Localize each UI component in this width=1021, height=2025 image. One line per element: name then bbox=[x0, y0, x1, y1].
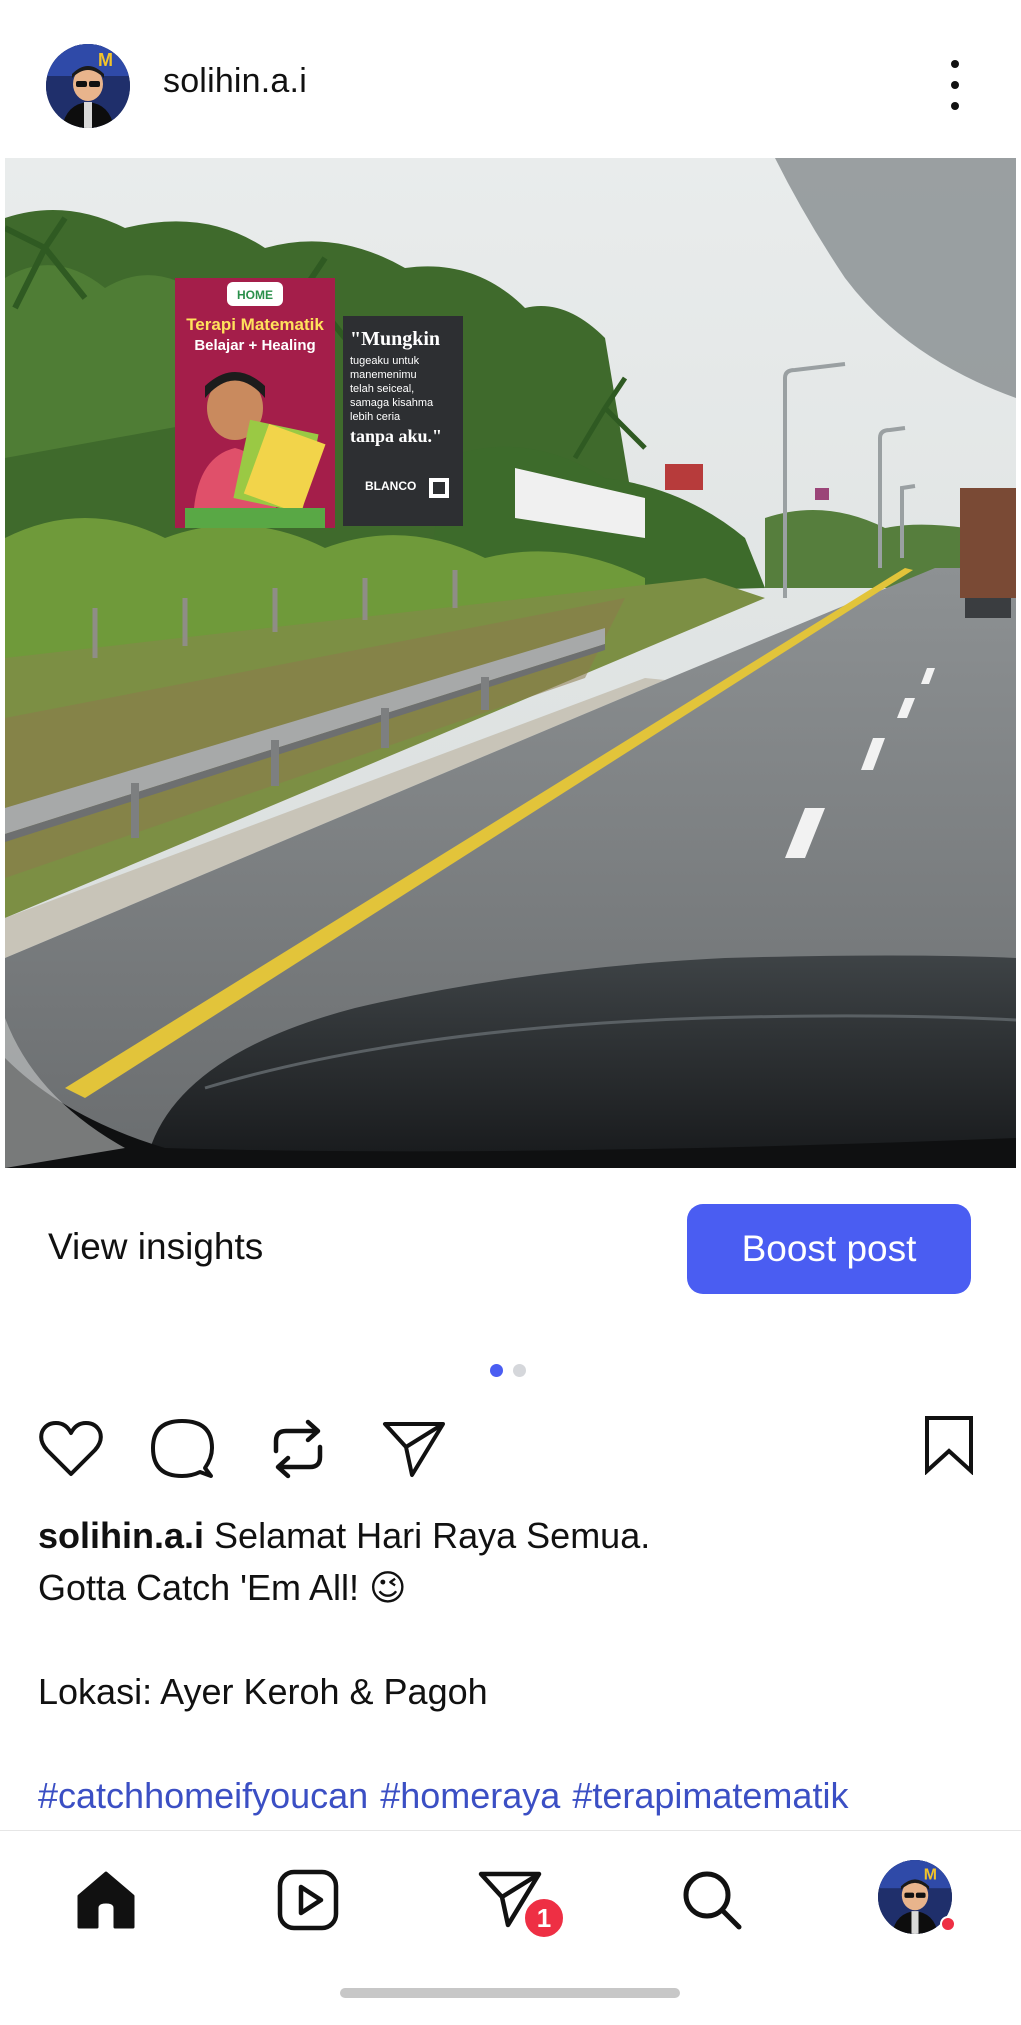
nav-divider bbox=[0, 1830, 1021, 1831]
svg-text:tanpa aku.": tanpa aku." bbox=[350, 426, 442, 446]
home-icon[interactable] bbox=[66, 1860, 146, 1940]
caption-username[interactable]: solihin.a.i bbox=[38, 1515, 204, 1556]
svg-text:manemenimu: manemenimu bbox=[350, 369, 417, 381]
view-insights-link[interactable]: View insights bbox=[48, 1226, 263, 1268]
svg-text:Terapi Matematik: Terapi Matematik bbox=[186, 315, 324, 334]
reels-icon[interactable] bbox=[268, 1860, 348, 1940]
repost-icon[interactable] bbox=[263, 1414, 333, 1484]
profile-notification-dot bbox=[940, 1916, 956, 1932]
svg-text:BLANCO: BLANCO bbox=[365, 479, 416, 493]
bookmark-icon[interactable] bbox=[914, 1410, 984, 1480]
billboard-right: "Mungkin tugeaku untuk manemenimu telah … bbox=[343, 316, 463, 526]
svg-text:"Mungkin: "Mungkin bbox=[350, 328, 440, 350]
comment-icon[interactable] bbox=[147, 1414, 217, 1484]
boost-post-button[interactable]: Boost post bbox=[687, 1204, 971, 1294]
carousel-indicator bbox=[490, 1364, 526, 1377]
carousel-dot bbox=[513, 1364, 526, 1377]
svg-text:HOME: HOME bbox=[237, 288, 273, 302]
billboard-left: HOME Terapi Matematik Belajar + Healing bbox=[175, 278, 335, 528]
svg-text:M: M bbox=[98, 50, 113, 70]
hashtag-link[interactable]: #terapimatematik bbox=[572, 1775, 848, 1816]
caption-hashtags: #catchhomeifyoucan #homeraya #terapimatema… bbox=[38, 1770, 998, 1822]
caption-line: solihin.a.i Selamat Hari Raya Semua. bbox=[38, 1510, 998, 1562]
post-header: M solihin.a.i bbox=[0, 0, 1021, 160]
share-icon[interactable] bbox=[379, 1414, 449, 1484]
svg-text:samaga kisahma: samaga kisahma bbox=[350, 397, 434, 409]
post-username[interactable]: solihin.a.i bbox=[163, 62, 307, 101]
home-indicator[interactable] bbox=[340, 1988, 680, 1998]
caption-line: Lokasi: Ayer Keroh & Pagoh bbox=[38, 1671, 488, 1712]
caption-line: Gotta Catch 'Em All! 😉 bbox=[38, 1567, 407, 1608]
svg-text:M: M bbox=[924, 1866, 937, 1883]
svg-text:tugeaku untuk: tugeaku untuk bbox=[350, 355, 420, 367]
post-caption: solihin.a.i Selamat Hari Raya Semua. Got… bbox=[38, 1510, 998, 1822]
hashtag-link[interactable]: #catchhomeifyoucan bbox=[38, 1775, 368, 1816]
heart-icon[interactable] bbox=[36, 1414, 106, 1484]
photo-scene: HOME Terapi Matematik Belajar + Healing … bbox=[5, 158, 1016, 1168]
hashtag-link[interactable]: #homeraya bbox=[380, 1775, 560, 1816]
svg-text:lebih ceria: lebih ceria bbox=[350, 411, 401, 423]
carousel-dot-active bbox=[490, 1364, 503, 1377]
svg-text:telah seiceal,: telah seiceal, bbox=[350, 383, 414, 395]
post-photo[interactable]: HOME Terapi Matematik Belajar + Healing … bbox=[5, 158, 1016, 1168]
avatar[interactable]: M bbox=[46, 44, 130, 128]
svg-text:Belajar + Healing: Belajar + Healing bbox=[194, 337, 315, 354]
search-icon[interactable] bbox=[672, 1860, 752, 1940]
more-vertical-icon[interactable] bbox=[940, 60, 970, 110]
messages-badge: 1 bbox=[522, 1896, 566, 1940]
caption-text: Selamat Hari Raya Semua. bbox=[214, 1515, 651, 1556]
